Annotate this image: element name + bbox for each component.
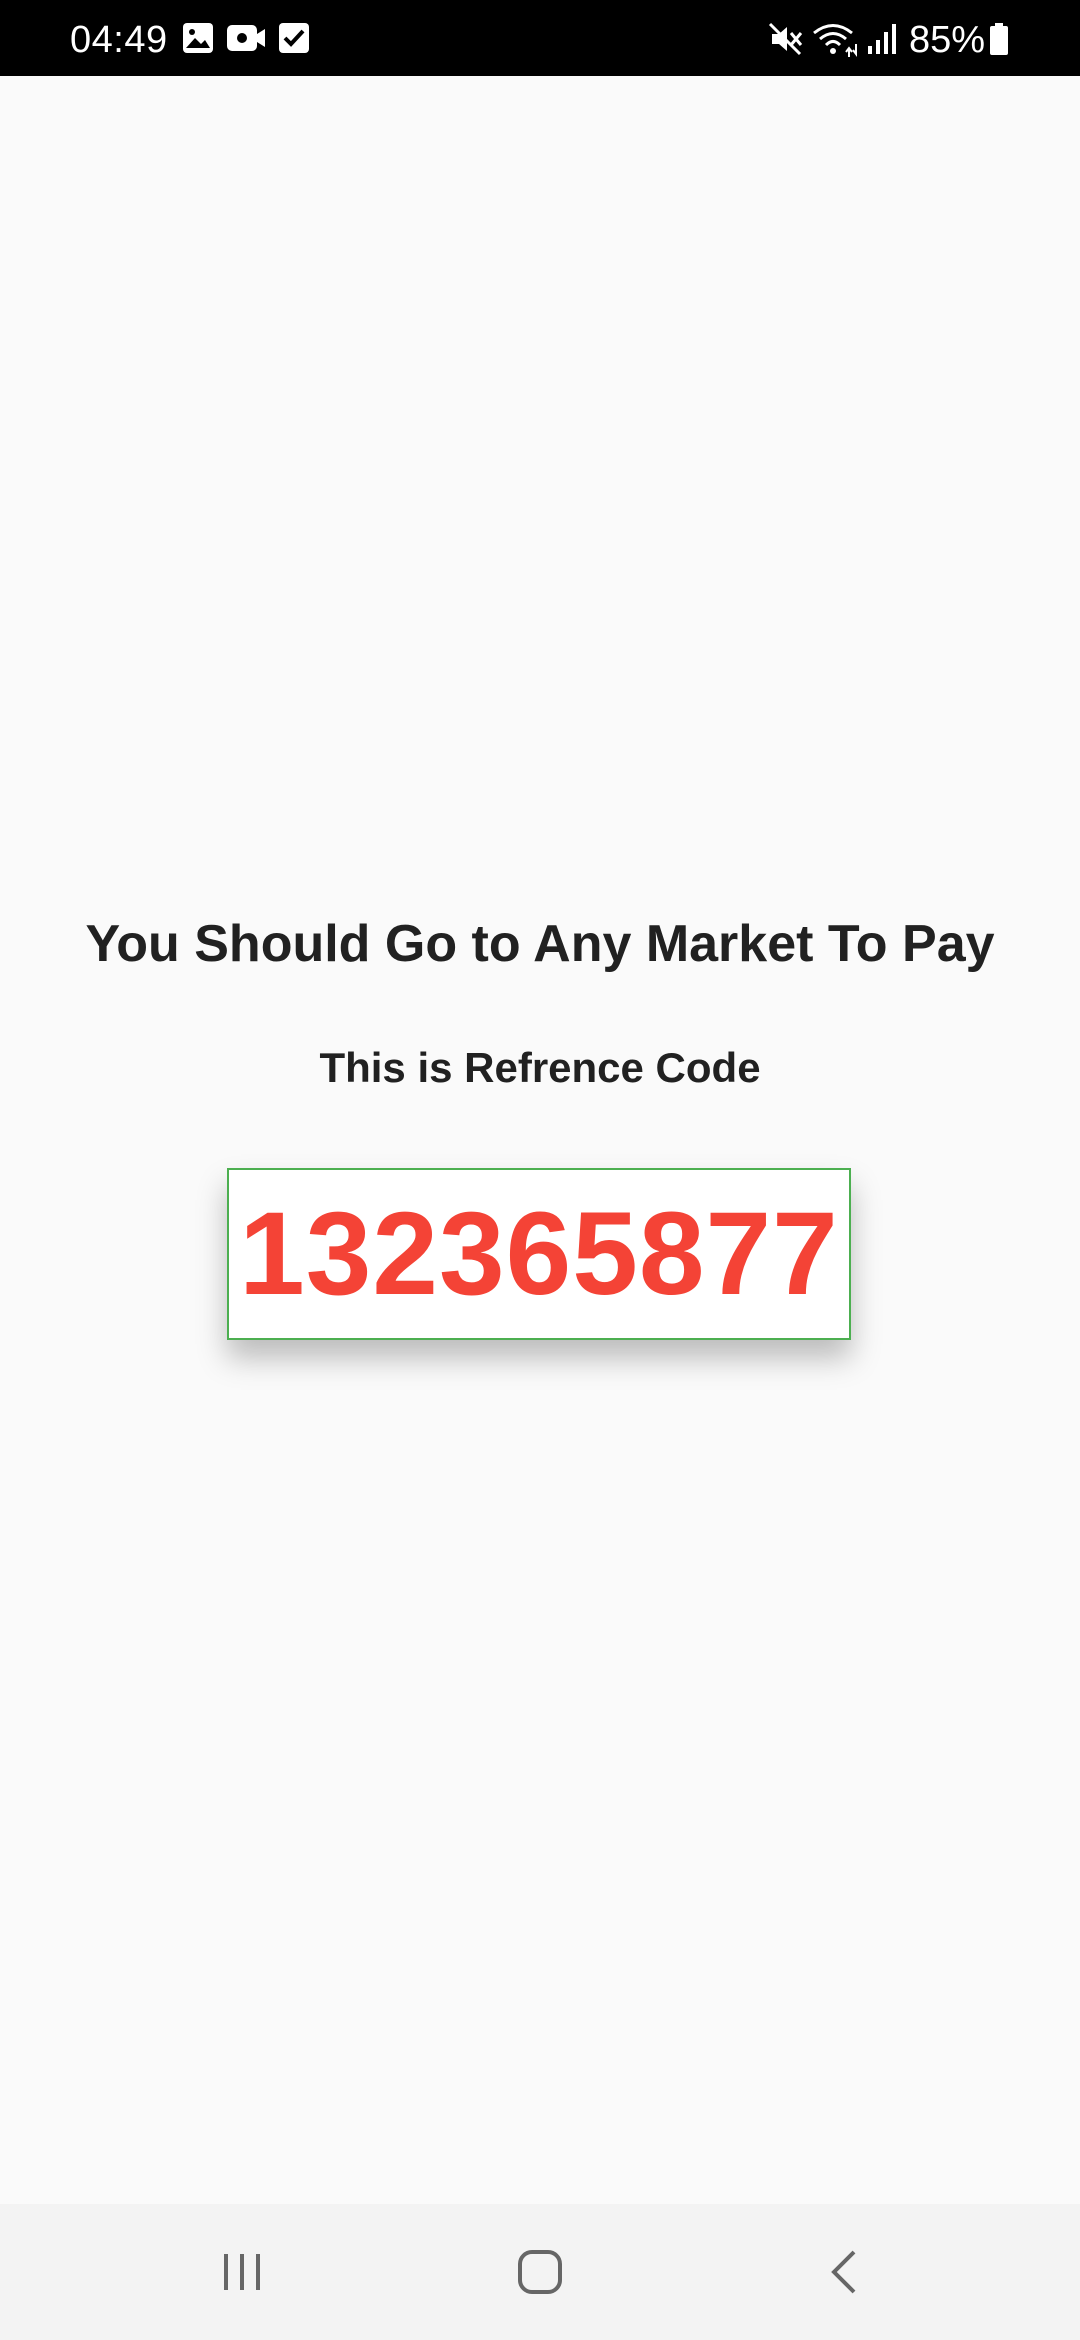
recent-apps-button[interactable] [202,2232,282,2312]
reference-code-label: This is Refrence Code [319,1044,761,1091]
mute-icon [768,22,804,61]
status-time: 04:49 [70,19,168,61]
wifi-icon [812,22,858,63]
battery-percent: 85% [909,19,986,61]
navigation-bar [0,2204,1080,2340]
reference-code: 132365877 [239,1188,839,1320]
back-button[interactable] [806,2232,886,2312]
home-icon [518,2250,562,2294]
checkbox-icon [278,22,310,59]
battery-icon [988,22,1010,61]
status-bar: 04:49 85% [0,0,1080,76]
image-icon [182,22,214,59]
home-button[interactable] [500,2232,580,2312]
video-camera-icon [226,22,266,59]
page-title: You Should Go to Any Market To Pay [85,915,995,973]
back-icon [831,2250,856,2294]
main-content [0,76,1080,2204]
recent-apps-icon [224,2254,260,2290]
reference-code-box: 132365877 [227,1168,851,1340]
signal-icon [866,22,898,61]
